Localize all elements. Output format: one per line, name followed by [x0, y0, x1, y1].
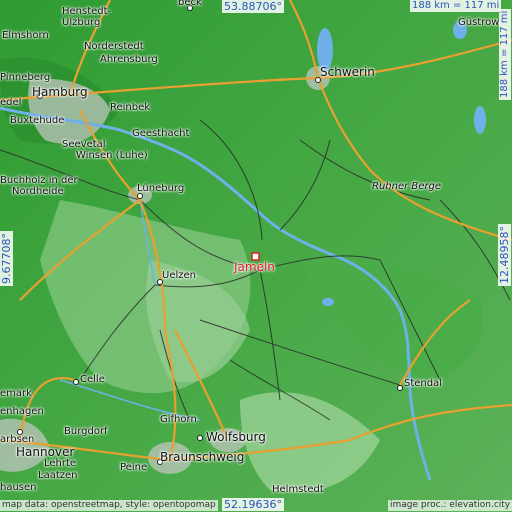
place-label-lubeck: beck: [178, 0, 202, 8]
target-location-label: Jameln: [234, 260, 275, 274]
south-latitude-label: 52.19636°: [222, 498, 284, 511]
place-label-buchholz-1: Buchholz in der: [0, 175, 78, 186]
east-longitude-label: 12.48958°: [498, 224, 511, 286]
place-label-hamburg: Hamburg: [32, 85, 88, 99]
place-label-buchholz-2: Nordheide: [12, 186, 64, 197]
place-label-ahrensburg: Ahrensburg: [100, 54, 158, 65]
place-label-garbsen: arbsen: [0, 434, 35, 445]
place-label-uelzen: Uelzen: [162, 270, 196, 281]
place-label-elmshorn: Elmshorn: [2, 30, 49, 41]
lake-east: [474, 106, 486, 134]
vertical-scale-label: 188 km = 117 mi: [499, 8, 511, 100]
place-label-seevetal: Seevetal: [62, 139, 106, 150]
place-label-luneburg: Lüneburg: [137, 183, 185, 194]
place-label-langenhagen: enhagen: [0, 406, 44, 417]
place-label-wedel: edel: [0, 97, 22, 108]
place-label-stendal: Stendal: [404, 378, 443, 389]
lake-arendsee: [322, 298, 334, 306]
place-label-buxtehude: Buxtehude: [10, 115, 65, 126]
place-label-reinbek: Reinbek: [110, 102, 151, 113]
place-label-geesthacht: Geesthacht: [132, 128, 190, 139]
horizontal-scale-label: 188 km = 117 mi: [410, 0, 502, 12]
place-label-gifhorn: Gifhorn: [160, 414, 197, 425]
place-label-braunschweig: Braunschweig: [160, 450, 245, 464]
place-label-hausen: hausen: [0, 482, 37, 493]
target-marker: [251, 252, 260, 261]
map-canvas[interactable]: beck Henstedt- Ulzburg Güstrow Elmshorn …: [0, 0, 512, 512]
place-label-norderstedt: Norderstedt: [84, 41, 144, 52]
place-label-wolfsburg: Wolfsburg: [206, 430, 266, 444]
place-label-lehrte: Lehrte: [44, 458, 77, 469]
place-label-gustrow: Güstrow: [458, 17, 500, 28]
attribution-map-data: map data: openstreetmap, style: opentopo…: [0, 500, 218, 511]
place-label-burgdorf: Burgdorf: [64, 426, 108, 437]
place-label-wedemark: emark: [0, 388, 32, 399]
place-label-ruhner-berge: Ruhner Berge: [372, 181, 442, 192]
place-label-winsen: Winsen (Luhe): [76, 150, 148, 161]
place-label-helmstedt: Helmstedt: [272, 484, 324, 495]
west-longitude-label: 9.67708°: [0, 231, 13, 286]
place-label-schwerin: Schwerin: [320, 65, 375, 79]
attribution-image-proc: image proc.: elevation.city: [388, 500, 512, 511]
place-label-pinneberg: Pinneberg: [0, 72, 51, 83]
place-label-peine: Peine: [120, 462, 148, 473]
place-label-laatzen: Laatzen: [38, 470, 78, 481]
place-label-henstedt: Henstedt-: [62, 6, 112, 17]
place-label-celle: Celle: [80, 374, 105, 385]
place-label-ulzburg: Ulzburg: [62, 17, 101, 28]
north-latitude-label: 53.88706°: [222, 0, 284, 13]
